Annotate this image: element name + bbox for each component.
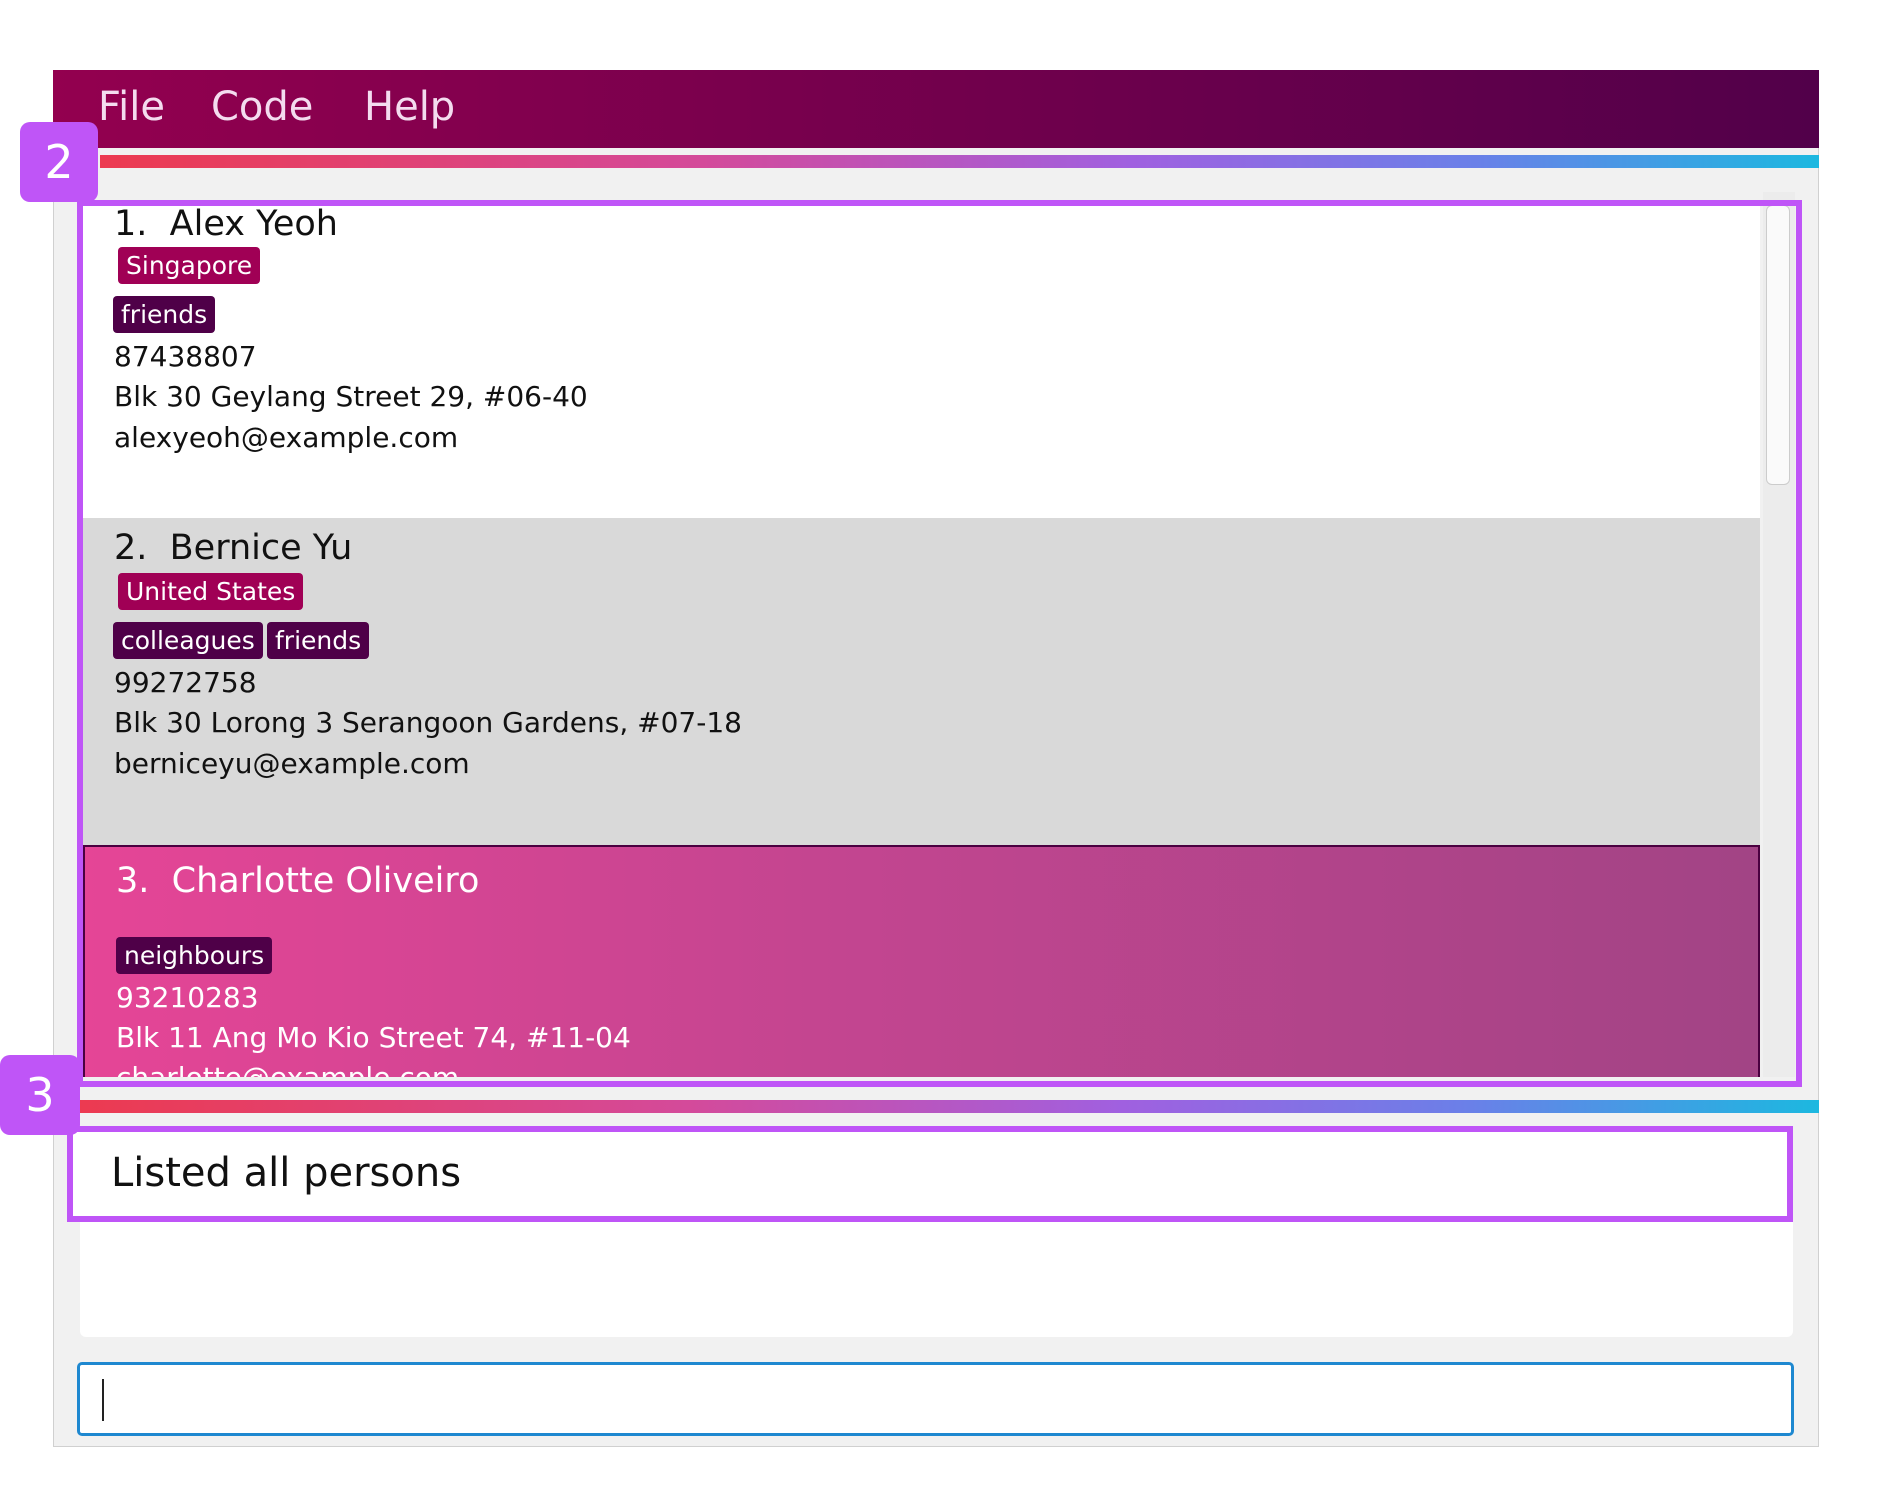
menu-file[interactable]: File <box>98 84 165 130</box>
menu-code[interactable]: Code <box>211 84 313 130</box>
annotation-badge: 2 <box>20 122 98 202</box>
divider-bottom <box>77 1100 1819 1113</box>
divider-top <box>100 155 1819 168</box>
annotation-box-list <box>77 200 1802 1087</box>
menu-bar: File Code Help <box>53 70 1819 148</box>
result-display: Listed all persons <box>67 1126 1793 1222</box>
result-message: Listed all persons <box>111 1150 462 1196</box>
command-input[interactable] <box>77 1362 1794 1436</box>
result-display-area <box>80 1222 1793 1337</box>
annotation-badge: 3 <box>0 1055 80 1135</box>
menu-help[interactable]: Help <box>364 84 455 130</box>
text-caret <box>102 1379 104 1421</box>
